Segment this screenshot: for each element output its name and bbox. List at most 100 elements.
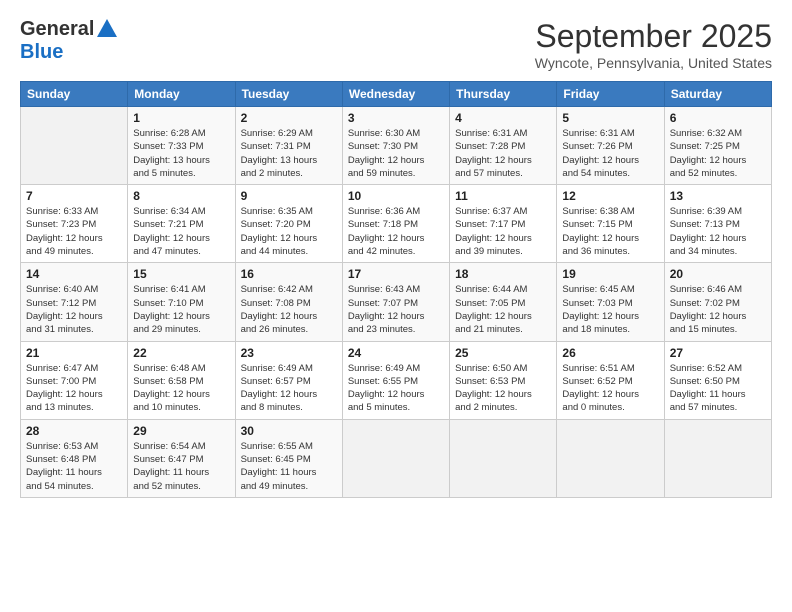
- day-info: Sunrise: 6:44 AM Sunset: 7:05 PM Dayligh…: [455, 283, 551, 336]
- day-info: Sunrise: 6:50 AM Sunset: 6:53 PM Dayligh…: [455, 362, 551, 415]
- day-number: 14: [26, 267, 122, 281]
- day-info: Sunrise: 6:53 AM Sunset: 6:48 PM Dayligh…: [26, 440, 122, 493]
- day-number: 3: [348, 111, 444, 125]
- calendar-header-thursday: Thursday: [450, 82, 557, 107]
- calendar-cell: 15Sunrise: 6:41 AM Sunset: 7:10 PM Dayli…: [128, 263, 235, 341]
- day-info: Sunrise: 6:35 AM Sunset: 7:20 PM Dayligh…: [241, 205, 337, 258]
- calendar-cell: 18 Sunrise: 6:44 AM Sunset: 7:05 PM Dayli…: [450, 263, 557, 341]
- calendar-header-tuesday: Tuesday: [235, 82, 342, 107]
- calendar-cell: 21 Sunrise: 6:47 AM Sunset: 7:00 PM Dayli…: [21, 341, 128, 419]
- month-title: September 2025: [535, 18, 772, 55]
- day-number: 30: [241, 424, 337, 438]
- day-info: Sunrise: 6:46 AM Sunset: 7:02 PM Dayligh…: [670, 283, 766, 336]
- calendar-cell: 25 Sunrise: 6:50 AM Sunset: 6:53 PM Dayli…: [450, 341, 557, 419]
- day-number: 22: [133, 346, 229, 360]
- calendar-cell: 10Sunrise: 6:36 AM Sunset: 7:18 PM Dayli…: [342, 185, 449, 263]
- logo: General Blue: [20, 18, 117, 64]
- calendar-cell: 26Sunrise: 6:51 AM Sunset: 6:52 PM Dayli…: [557, 341, 664, 419]
- day-number: 13: [670, 189, 766, 203]
- calendar-cell: 9 Sunrise: 6:35 AM Sunset: 7:20 PM Daylig…: [235, 185, 342, 263]
- day-info: Sunrise: 6:52 AM Sunset: 6:50 PM Dayligh…: [670, 362, 766, 415]
- day-info: Sunrise: 6:43 AM Sunset: 7:07 PM Dayligh…: [348, 283, 444, 336]
- calendar-week-row: 21 Sunrise: 6:47 AM Sunset: 7:00 PM Dayli…: [21, 341, 772, 419]
- calendar-cell: 28 Sunrise: 6:53 AM Sunset: 6:48 PM Dayli…: [21, 419, 128, 497]
- day-info: Sunrise: 6:49 AM Sunset: 6:55 PM Dayligh…: [348, 362, 444, 415]
- calendar-cell: 2 Sunrise: 6:29 AM Sunset: 7:31 PM Daylig…: [235, 107, 342, 185]
- day-number: 16: [241, 267, 337, 281]
- calendar-table: SundayMondayTuesdayWednesdayThursdayFrid…: [20, 81, 772, 498]
- day-number: 24: [348, 346, 444, 360]
- day-info: Sunrise: 6:41 AM Sunset: 7:10 PM Dayligh…: [133, 283, 229, 336]
- calendar-week-row: 1Sunrise: 6:28 AM Sunset: 7:33 PM Daylig…: [21, 107, 772, 185]
- day-info: Sunrise: 6:48 AM Sunset: 6:58 PM Dayligh…: [133, 362, 229, 415]
- title-block: September 2025 Wyncote, Pennsylvania, Un…: [535, 18, 772, 71]
- calendar-cell: 11Sunrise: 6:37 AM Sunset: 7:17 PM Dayli…: [450, 185, 557, 263]
- day-info: Sunrise: 6:36 AM Sunset: 7:18 PM Dayligh…: [348, 205, 444, 258]
- calendar-cell: 30 Sunrise: 6:55 AM Sunset: 6:45 PM Dayli…: [235, 419, 342, 497]
- day-info: Sunrise: 6:55 AM Sunset: 6:45 PM Dayligh…: [241, 440, 337, 493]
- calendar-cell: 3 Sunrise: 6:30 AM Sunset: 7:30 PM Daylig…: [342, 107, 449, 185]
- day-number: 27: [670, 346, 766, 360]
- day-number: 1: [133, 111, 229, 125]
- logo-blue-text: Blue: [20, 41, 63, 64]
- day-info: Sunrise: 6:34 AM Sunset: 7:21 PM Dayligh…: [133, 205, 229, 258]
- day-number: 4: [455, 111, 551, 125]
- logo-general-text: General: [20, 18, 94, 41]
- day-info: Sunrise: 6:37 AM Sunset: 7:17 PM Dayligh…: [455, 205, 551, 258]
- calendar-cell: 5Sunrise: 6:31 AM Sunset: 7:26 PM Daylig…: [557, 107, 664, 185]
- day-info: Sunrise: 6:49 AM Sunset: 6:57 PM Dayligh…: [241, 362, 337, 415]
- calendar-cell: 16 Sunrise: 6:42 AM Sunset: 7:08 PM Dayli…: [235, 263, 342, 341]
- calendar-cell: [342, 419, 449, 497]
- day-number: 7: [26, 189, 122, 203]
- day-number: 26: [562, 346, 658, 360]
- day-number: 18: [455, 267, 551, 281]
- day-info: Sunrise: 6:29 AM Sunset: 7:31 PM Dayligh…: [241, 127, 337, 180]
- day-info: Sunrise: 6:32 AM Sunset: 7:25 PM Dayligh…: [670, 127, 766, 180]
- calendar-cell: [21, 107, 128, 185]
- calendar-cell: 19 Sunrise: 6:45 AM Sunset: 7:03 PM Dayli…: [557, 263, 664, 341]
- day-info: Sunrise: 6:40 AM Sunset: 7:12 PM Dayligh…: [26, 283, 122, 336]
- day-number: 17: [348, 267, 444, 281]
- calendar-cell: 17 Sunrise: 6:43 AM Sunset: 7:07 PM Dayli…: [342, 263, 449, 341]
- day-info: Sunrise: 6:42 AM Sunset: 7:08 PM Dayligh…: [241, 283, 337, 336]
- calendar-cell: [664, 419, 771, 497]
- location-text: Wyncote, Pennsylvania, United States: [535, 55, 772, 71]
- calendar-cell: 12Sunrise: 6:38 AM Sunset: 7:15 PM Dayli…: [557, 185, 664, 263]
- day-number: 19: [562, 267, 658, 281]
- header: General Blue September 2025 Wyncote, Pen…: [20, 18, 772, 71]
- day-number: 2: [241, 111, 337, 125]
- day-number: 8: [133, 189, 229, 203]
- day-number: 21: [26, 346, 122, 360]
- calendar-header-wednesday: Wednesday: [342, 82, 449, 107]
- calendar-header-friday: Friday: [557, 82, 664, 107]
- day-number: 9: [241, 189, 337, 203]
- day-number: 6: [670, 111, 766, 125]
- calendar-cell: 7 Sunrise: 6:33 AM Sunset: 7:23 PM Daylig…: [21, 185, 128, 263]
- calendar-header-sunday: Sunday: [21, 82, 128, 107]
- day-info: Sunrise: 6:39 AM Sunset: 7:13 PM Dayligh…: [670, 205, 766, 258]
- day-info: Sunrise: 6:30 AM Sunset: 7:30 PM Dayligh…: [348, 127, 444, 180]
- day-info: Sunrise: 6:33 AM Sunset: 7:23 PM Dayligh…: [26, 205, 122, 258]
- day-number: 25: [455, 346, 551, 360]
- calendar-cell: 27 Sunrise: 6:52 AM Sunset: 6:50 PM Dayli…: [664, 341, 771, 419]
- calendar-cell: 1Sunrise: 6:28 AM Sunset: 7:33 PM Daylig…: [128, 107, 235, 185]
- day-number: 5: [562, 111, 658, 125]
- calendar-cell: 29Sunrise: 6:54 AM Sunset: 6:47 PM Dayli…: [128, 419, 235, 497]
- day-info: Sunrise: 6:47 AM Sunset: 7:00 PM Dayligh…: [26, 362, 122, 415]
- calendar-cell: 8 Sunrise: 6:34 AM Sunset: 7:21 PM Daylig…: [128, 185, 235, 263]
- calendar-week-row: 14 Sunrise: 6:40 AM Sunset: 7:12 PM Dayli…: [21, 263, 772, 341]
- calendar-week-row: 7 Sunrise: 6:33 AM Sunset: 7:23 PM Daylig…: [21, 185, 772, 263]
- calendar-cell: 23Sunrise: 6:49 AM Sunset: 6:57 PM Dayli…: [235, 341, 342, 419]
- calendar-cell: [450, 419, 557, 497]
- day-number: 20: [670, 267, 766, 281]
- calendar-cell: 24 Sunrise: 6:49 AM Sunset: 6:55 PM Dayli…: [342, 341, 449, 419]
- day-number: 28: [26, 424, 122, 438]
- calendar-header-monday: Monday: [128, 82, 235, 107]
- day-info: Sunrise: 6:45 AM Sunset: 7:03 PM Dayligh…: [562, 283, 658, 336]
- day-info: Sunrise: 6:31 AM Sunset: 7:28 PM Dayligh…: [455, 127, 551, 180]
- day-number: 12: [562, 189, 658, 203]
- page: General Blue September 2025 Wyncote, Pen…: [0, 0, 792, 508]
- logo-triangle-icon: [97, 19, 117, 37]
- calendar-header-saturday: Saturday: [664, 82, 771, 107]
- calendar-cell: 6 Sunrise: 6:32 AM Sunset: 7:25 PM Daylig…: [664, 107, 771, 185]
